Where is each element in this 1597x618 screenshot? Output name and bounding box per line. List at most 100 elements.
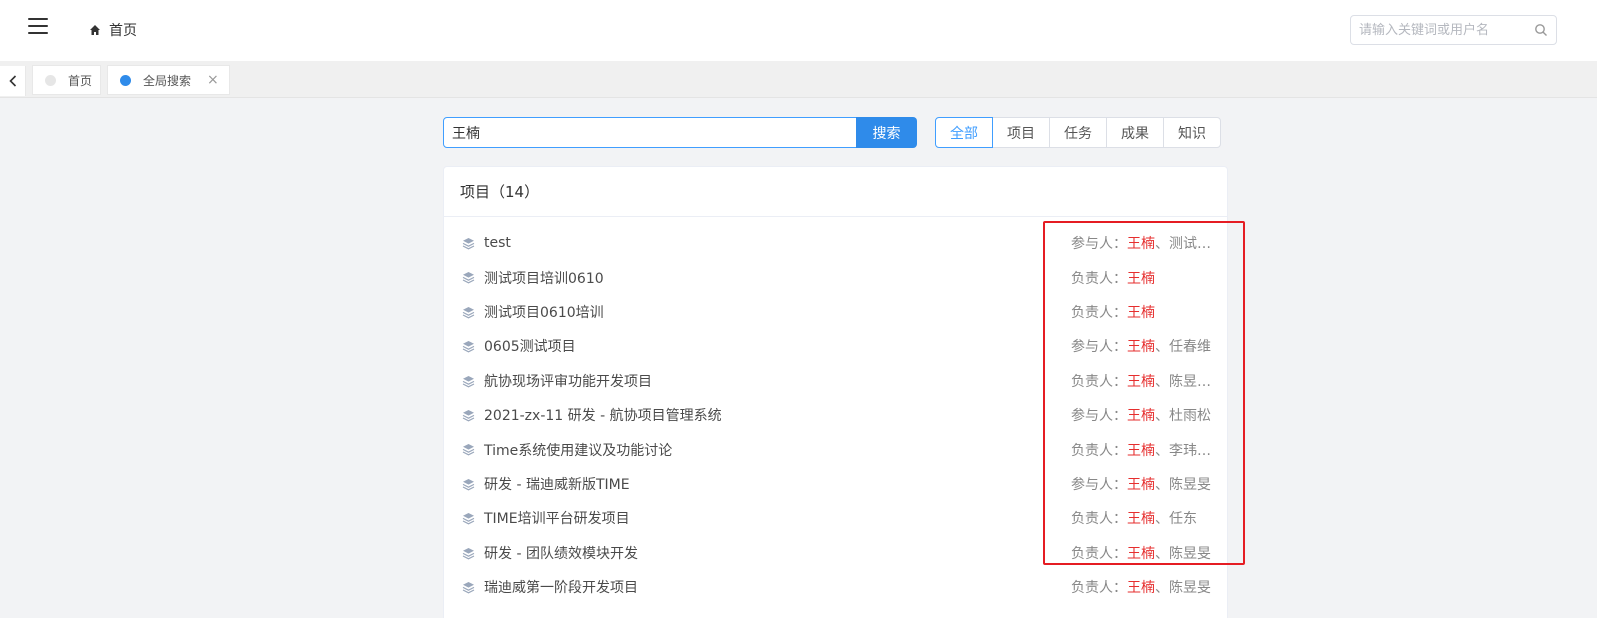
hamburger-icon[interactable] xyxy=(28,18,48,36)
list-item[interactable]: 0605测试项目 参与人：王楠、任春维 xyxy=(444,329,1227,363)
item-title: 瑞迪威第一阶段开发项目 xyxy=(484,580,638,597)
item-other-names: 、杜雨松 xyxy=(1155,408,1211,425)
results-list: test 参与人：王楠、测试… 测试项目培训0610 负责人：王楠 测试项目0610培训… xyxy=(444,217,1227,604)
tab-label: 全局搜索 xyxy=(143,73,192,88)
layers-icon xyxy=(462,272,475,284)
filter-task[interactable]: 任务 xyxy=(1049,117,1107,148)
keyword-search-input[interactable] xyxy=(443,117,857,148)
layers-icon xyxy=(462,478,475,491)
layers-icon xyxy=(462,375,475,388)
item-highlight-name: 王楠 xyxy=(1127,304,1155,321)
item-people: 负责人：王楠、陈昱… xyxy=(1071,371,1211,391)
list-item[interactable]: Time系统使用建议及功能讨论 负责人：王楠、李玮… xyxy=(444,432,1227,466)
item-people: 参与人：王楠、陈昱旻 xyxy=(1071,474,1211,494)
item-title: test xyxy=(484,235,511,252)
list-item[interactable]: 2021-zx-11 研发 - 航协项目管理系统 参与人：王楠、杜雨松 xyxy=(444,398,1227,432)
item-title: 航协现场评审功能开发项目 xyxy=(484,373,652,390)
item-highlight-name: 王楠 xyxy=(1127,339,1155,356)
filter-project[interactable]: 项目 xyxy=(992,117,1050,148)
list-item[interactable]: test 参与人：王楠、测试… xyxy=(444,226,1227,260)
search-button[interactable]: 搜索 xyxy=(856,117,917,148)
list-item[interactable]: 测试项目0610培训 负责人：王楠 xyxy=(444,295,1227,329)
global-search-box xyxy=(1350,15,1557,45)
item-highlight-name: 王楠 xyxy=(1127,442,1155,459)
item-other-names: 、任春维 xyxy=(1155,339,1211,356)
item-title: 研发 - 瑞迪威新版TIME xyxy=(484,476,630,493)
item-role: 负责人： xyxy=(1071,270,1127,287)
list-item[interactable]: TIME培训平台研发项目 负责人：王楠、任东 xyxy=(444,501,1227,535)
home-icon xyxy=(90,25,100,35)
layers-icon xyxy=(462,409,475,422)
layers-icon xyxy=(462,341,475,353)
filter-knowledge[interactable]: 知识 xyxy=(1163,117,1221,148)
filter-result[interactable]: 成果 xyxy=(1106,117,1164,148)
item-other-names: 、陈昱… xyxy=(1155,373,1211,390)
item-role: 参与人： xyxy=(1071,236,1127,253)
item-highlight-name: 王楠 xyxy=(1127,408,1155,425)
item-highlight-name: 王楠 xyxy=(1127,511,1155,528)
list-item[interactable]: 瑞迪威第一阶段开发项目 负责人：王楠、陈昱旻 xyxy=(444,570,1227,604)
item-people: 负责人：王楠 xyxy=(1071,268,1211,288)
close-icon[interactable]: × xyxy=(207,72,219,88)
list-item[interactable]: 测试项目培训0610 负责人：王楠 xyxy=(444,260,1227,294)
layers-icon xyxy=(462,238,475,250)
tab-label: 首页 xyxy=(68,73,93,88)
item-title: 测试项目0610培训 xyxy=(484,304,604,321)
tabs-bar: 首页 全局搜索 × xyxy=(0,61,1597,98)
layers-icon xyxy=(462,581,475,594)
item-title: 测试项目培训0610 xyxy=(484,270,604,287)
global-search-input[interactable] xyxy=(1351,16,1521,44)
tab-home[interactable]: 首页 xyxy=(32,65,101,95)
filter-all[interactable]: 全部 xyxy=(935,117,993,148)
breadcrumb[interactable]: 首页 xyxy=(89,20,137,40)
item-people: 负责人：王楠、李玮… xyxy=(1071,440,1211,460)
chevron-left-icon xyxy=(8,75,16,87)
layers-icon xyxy=(462,513,475,525)
item-people: 负责人：王楠、任东 xyxy=(1071,508,1211,528)
item-role: 参与人： xyxy=(1071,476,1127,493)
item-people: 参与人：王楠、杜雨松 xyxy=(1071,405,1211,425)
item-other-names: 、李玮… xyxy=(1155,442,1211,459)
item-title: Time系统使用建议及功能讨论 xyxy=(484,442,673,459)
item-other-names: 、陈昱旻 xyxy=(1155,580,1211,597)
layers-icon xyxy=(462,547,475,559)
item-role: 负责人： xyxy=(1071,545,1127,562)
item-title: TIME培训平台研发项目 xyxy=(484,511,630,528)
tab-global-search[interactable]: 全局搜索 × xyxy=(107,65,230,95)
item-highlight-name: 王楠 xyxy=(1127,580,1155,597)
tab-status-dot xyxy=(120,74,131,86)
list-item[interactable]: 研发 - 团队绩效模块开发 负责人：王楠、陈昱旻 xyxy=(444,536,1227,570)
item-highlight-name: 王楠 xyxy=(1127,476,1155,493)
item-highlight-name: 王楠 xyxy=(1127,373,1155,390)
list-item[interactable]: 研发 - 瑞迪威新版TIME 参与人：王楠、陈昱旻 xyxy=(444,467,1227,501)
item-role: 参与人： xyxy=(1071,408,1127,425)
item-people: 参与人：王楠、测试… xyxy=(1071,233,1211,253)
item-people: 负责人：王楠 xyxy=(1071,302,1211,322)
item-other-names: 、测试… xyxy=(1155,236,1211,253)
item-people: 参与人：王楠、任春维 xyxy=(1071,336,1211,356)
search-icon[interactable] xyxy=(1534,23,1548,37)
layers-icon xyxy=(462,306,475,319)
item-highlight-name: 王楠 xyxy=(1127,236,1155,253)
filter-group: 全部 项目 任务 成果 知识 xyxy=(935,117,1221,148)
search-row: 搜索 全部 项目 任务 成果 知识 xyxy=(443,117,1225,148)
tab-status-dot xyxy=(45,74,56,86)
item-role: 负责人： xyxy=(1071,373,1127,390)
item-people: 负责人：王楠、陈昱旻 xyxy=(1071,543,1211,563)
tabs-back-button[interactable] xyxy=(0,66,26,96)
item-role: 参与人： xyxy=(1071,339,1127,356)
item-role: 负责人： xyxy=(1071,580,1127,597)
breadcrumb-label: 首页 xyxy=(109,23,137,39)
item-role: 负责人： xyxy=(1071,442,1127,459)
item-role: 负责人： xyxy=(1071,304,1127,321)
item-highlight-name: 王楠 xyxy=(1127,270,1155,287)
item-other-names: 、陈昱旻 xyxy=(1155,545,1211,562)
item-people: 负责人：王楠、陈昱旻 xyxy=(1071,577,1211,597)
item-other-names: 、陈昱旻 xyxy=(1155,476,1211,493)
results-card: 项目（14） test 参与人：王楠、测试… 测试项目培训0610 负责人：王楠 测试项… xyxy=(443,166,1228,618)
top-bar: 首页 xyxy=(0,0,1597,61)
list-item[interactable]: 航协现场评审功能开发项目 负责人：王楠、陈昱… xyxy=(444,364,1227,398)
item-title: 研发 - 团队绩效模块开发 xyxy=(484,545,638,562)
item-title: 0605测试项目 xyxy=(484,339,576,356)
item-role: 负责人： xyxy=(1071,511,1127,528)
